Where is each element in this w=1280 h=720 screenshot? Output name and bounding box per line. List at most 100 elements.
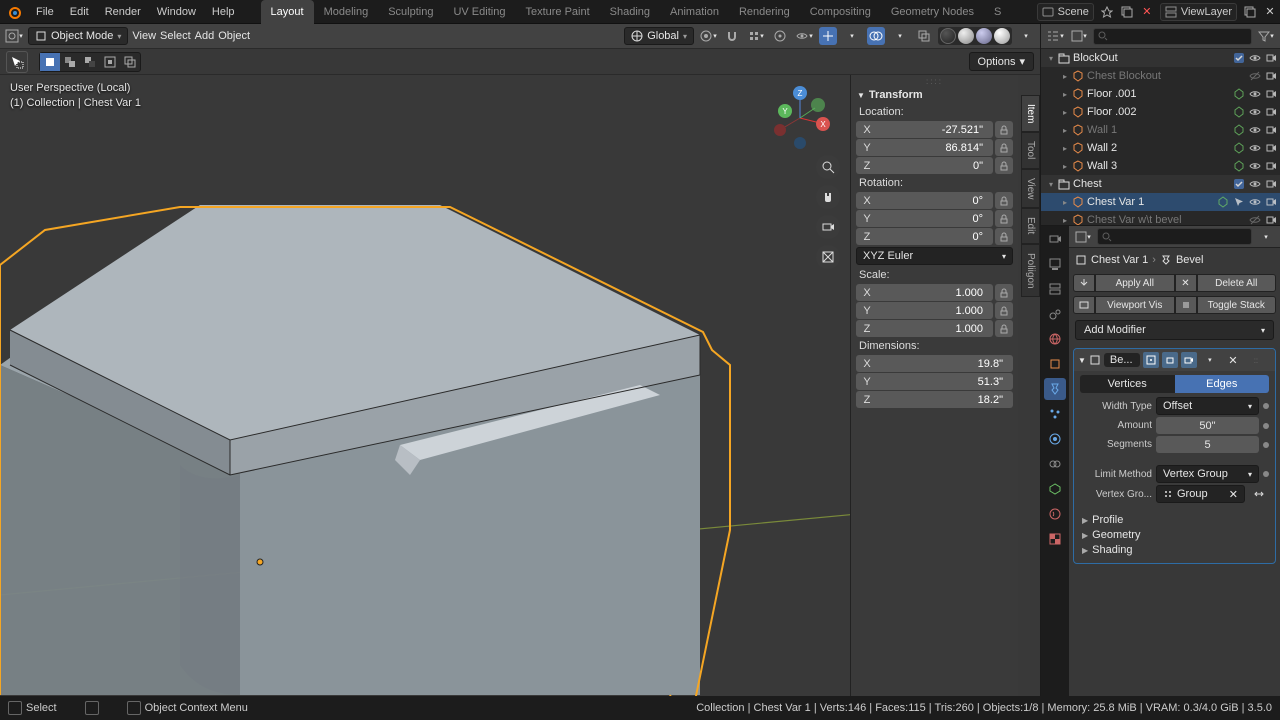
affect-vertices[interactable]: Vertices: [1080, 375, 1175, 393]
breadcrumb-modifier[interactable]: Bevel: [1176, 254, 1204, 266]
eye-icon[interactable]: [1248, 105, 1262, 119]
anim-dot[interactable]: [1263, 471, 1269, 477]
outliner-editor-icon[interactable]: ▾: [1046, 27, 1064, 45]
props-search[interactable]: [1097, 228, 1252, 245]
scale-z-field[interactable]: Z1.000: [856, 320, 993, 337]
outliner-row[interactable]: ▸Chest Var w\t bevel: [1041, 211, 1280, 225]
scale-y-field[interactable]: Y1.000: [856, 302, 993, 319]
mod-on-cage-icon[interactable]: [1143, 352, 1159, 368]
menu-file[interactable]: File: [28, 0, 62, 24]
tab-poliigon[interactable]: Poliigon: [1021, 244, 1040, 298]
lock-icon[interactable]: [995, 192, 1013, 209]
viewport-vis-button[interactable]: Viewport Vis: [1095, 296, 1175, 314]
tool-select-box[interactable]: [6, 51, 28, 73]
new-viewlayer-icon[interactable]: [1241, 3, 1259, 21]
props-options-icon[interactable]: ▾: [1257, 228, 1275, 246]
tab-compositing[interactable]: Compositing: [800, 0, 881, 24]
outliner-row[interactable]: ▾ BlockOut: [1041, 49, 1280, 67]
check-icon[interactable]: [1232, 51, 1246, 65]
lock-icon[interactable]: [995, 139, 1013, 156]
ptab-data[interactable]: [1044, 478, 1066, 500]
shading-material[interactable]: [976, 28, 992, 44]
shading-solid[interactable]: [958, 28, 974, 44]
expand-icon[interactable]: ▾: [1045, 54, 1057, 63]
delete-scene-icon[interactable]: ✕: [1138, 3, 1156, 21]
rotation-z-field[interactable]: Z0°: [856, 228, 993, 245]
pivot-icon[interactable]: ▾: [699, 27, 717, 45]
panel-grip[interactable]: ::::: [853, 77, 1016, 86]
ptab-physics[interactable]: [1044, 428, 1066, 450]
modifier-grip-icon[interactable]: ::: [1247, 351, 1265, 369]
outliner-row[interactable]: ▾Chest: [1041, 175, 1280, 193]
vis-icon[interactable]: [1248, 213, 1262, 225]
modifier-header[interactable]: ▼ Be... ▾ ✕ ::: [1074, 349, 1275, 371]
sel-icon[interactable]: [1232, 195, 1246, 209]
item-name[interactable]: Chest Var w\t bevel: [1087, 214, 1246, 225]
item-name[interactable]: Wall 1: [1087, 124, 1230, 136]
check-icon[interactable]: [1232, 177, 1246, 191]
select-extend-icon[interactable]: [60, 53, 80, 71]
vgroup-invert-icon[interactable]: [1250, 485, 1268, 503]
cam-icon[interactable]: [1264, 51, 1278, 65]
cam-icon[interactable]: [1264, 177, 1278, 191]
menu-edit[interactable]: Edit: [62, 0, 97, 24]
item-name[interactable]: BlockOut: [1073, 52, 1230, 64]
eye-icon[interactable]: [1248, 123, 1262, 137]
tab-rendering[interactable]: Rendering: [729, 0, 800, 24]
expand-icon[interactable]: ▸: [1059, 90, 1071, 99]
rotation-y-field[interactable]: Y0°: [856, 210, 993, 227]
xray-icon[interactable]: [915, 27, 933, 45]
visibility-filter-icon[interactable]: ▾: [795, 27, 813, 45]
ptab-constraints[interactable]: [1044, 453, 1066, 475]
amount-field[interactable]: 50": [1156, 417, 1259, 434]
tab-shading[interactable]: Shading: [600, 0, 660, 24]
location-x-field[interactable]: X-27.521": [856, 121, 993, 138]
tab-texture-paint[interactable]: Texture Paint: [515, 0, 599, 24]
menu-object[interactable]: Object: [218, 30, 250, 42]
dim-z-field[interactable]: Z18.2": [856, 391, 1013, 408]
options-dropdown[interactable]: Options▾: [969, 52, 1034, 71]
gizmo-toggle-icon[interactable]: [819, 27, 837, 45]
menu-add[interactable]: Add: [195, 30, 215, 42]
select-invert-icon[interactable]: [100, 53, 120, 71]
mod-icon[interactable]: [1232, 87, 1246, 101]
mode-dropdown[interactable]: Object Mode▾: [28, 27, 128, 45]
segments-field[interactable]: 5: [1156, 436, 1259, 453]
subpanel-profile[interactable]: ▶Profile: [1082, 514, 1267, 526]
menu-render[interactable]: Render: [97, 0, 149, 24]
transform-panel-header[interactable]: ▼Transform: [853, 86, 1016, 104]
tab-geometry-nodes[interactable]: Geometry Nodes: [881, 0, 984, 24]
cam-icon[interactable]: [1264, 195, 1278, 209]
ptab-object[interactable]: [1044, 353, 1066, 375]
rotation-mode-dropdown[interactable]: XYZ Euler▾: [856, 247, 1013, 265]
eye-icon[interactable]: [1248, 141, 1262, 155]
tab-animation[interactable]: Animation: [660, 0, 729, 24]
vertex-group-dropdown[interactable]: Group✕: [1156, 485, 1245, 503]
lock-icon[interactable]: [995, 302, 1013, 319]
cam-icon[interactable]: [1264, 123, 1278, 137]
tab-modeling[interactable]: Modeling: [314, 0, 379, 24]
lock-icon[interactable]: [995, 320, 1013, 337]
mod-icon[interactable]: [1216, 195, 1230, 209]
gizmo-settings-icon[interactable]: ▾: [843, 27, 861, 45]
select-new-icon[interactable]: [40, 53, 60, 71]
expand-icon[interactable]: ▸: [1059, 144, 1071, 153]
pan-icon[interactable]: [816, 185, 840, 209]
item-name[interactable]: Floor .001: [1087, 88, 1230, 100]
ptab-modifiers[interactable]: [1044, 378, 1066, 400]
orientation-dropdown[interactable]: Global▾: [624, 27, 694, 45]
expand-icon[interactable]: ▾: [1045, 180, 1057, 189]
delete-all-icon[interactable]: ✕: [1175, 274, 1197, 292]
ptab-render[interactable]: [1044, 228, 1066, 250]
ptab-viewlayer[interactable]: [1044, 278, 1066, 300]
item-name[interactable]: Wall 3: [1087, 160, 1230, 172]
mod-icon[interactable]: [1232, 159, 1246, 173]
tab-uv-editing[interactable]: UV Editing: [443, 0, 515, 24]
modifier-name-field[interactable]: Be...: [1104, 353, 1140, 367]
pin-scene-icon[interactable]: [1098, 3, 1116, 21]
width-type-dropdown[interactable]: Offset▾: [1156, 397, 1259, 415]
filter-icon[interactable]: ▾: [1257, 27, 1275, 45]
add-modifier-dropdown[interactable]: Add Modifier▾: [1075, 320, 1274, 340]
props-editor-icon[interactable]: ▾: [1074, 228, 1092, 246]
expand-icon[interactable]: ▸: [1059, 108, 1071, 117]
